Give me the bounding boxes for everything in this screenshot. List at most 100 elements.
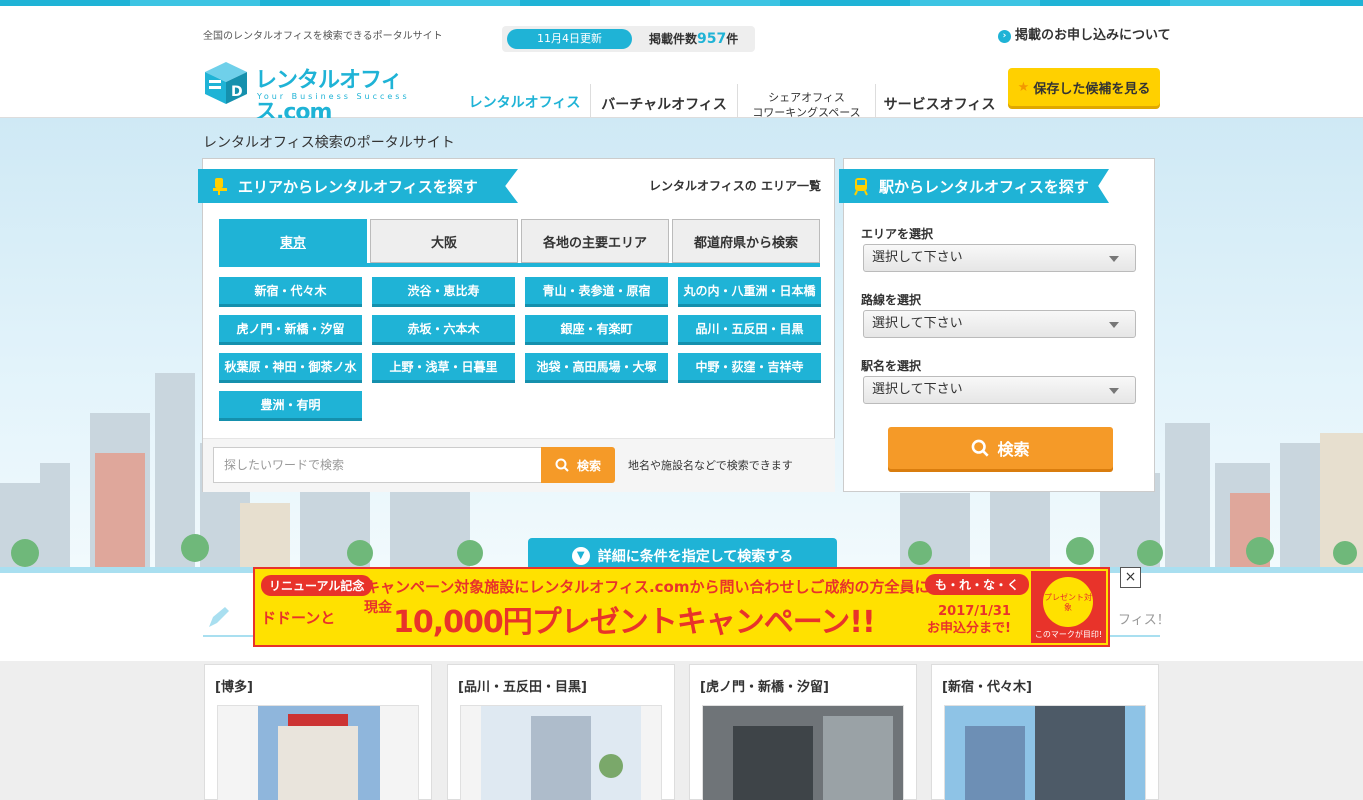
area-button[interactable]: 中野・荻窪・吉祥寺 [678, 353, 821, 383]
office-card-title: [虎ノ門・新橋・汐留] [700, 680, 829, 695]
office-photo [460, 705, 662, 800]
chevron-down-icon [1109, 388, 1119, 394]
station-search-button[interactable]: 検索 [888, 427, 1113, 469]
listing-count-label: 掲載件数 [649, 32, 698, 46]
banner-close-button[interactable]: × [1120, 567, 1141, 588]
site-tagline: 全国のレンタルオフィスを検索できるポータルサイト [203, 31, 443, 42]
area-button[interactable]: 豊洲・有明 [219, 391, 362, 421]
gift-badge-text: プレゼント対象 [1044, 593, 1092, 612]
nav-rental-office-label: レンタルオフィス [468, 95, 581, 111]
area-select-value: 選択して下さい [872, 250, 963, 265]
keyword-search-note: 地名や施設名などで検索できます [628, 459, 793, 472]
pencil-icon [209, 607, 229, 627]
office-photo [944, 705, 1146, 800]
tab-osaka[interactable]: 大阪 [370, 219, 518, 263]
area-panel-title-text: エリアからレンタルオフィスを探す [238, 177, 478, 196]
hero: レンタルオフィス検索のポータルサイト エリアからレンタルオフィスを探す レンタル… [0, 118, 1363, 573]
building-photo-placeholder [258, 706, 380, 800]
campaign-banner[interactable]: リニューアル記念 キャンペーン対象施設にレンタルオフィス.comから問い合わせし… [253, 567, 1110, 647]
banner-renewal-tag: リニューアル記念 [261, 575, 373, 596]
tab-major-areas[interactable]: 各地の主要エリア [521, 219, 669, 263]
keyword-search-row: 探したいワードで検索 検索 地名や施設名などで検索できます [203, 438, 835, 492]
office-card[interactable]: [博多] [204, 664, 432, 800]
featured-offices: [博多] [品川・五反田・目黒] [虎ノ門・新橋・汐留] [新宿・代々木] [0, 661, 1363, 800]
banner-cash: 現金 [364, 600, 392, 616]
banner-deadline-date: 2017/1/31 [938, 604, 1011, 619]
header: 全国のレンタルオフィスを検索できるポータルサイト 11月4日更新 掲載件数957… [0, 6, 1363, 126]
gift-badge: プレゼント対象 このマークが目印! [1031, 571, 1106, 643]
area-button[interactable]: 渋谷・恵比寿 [372, 277, 515, 307]
star-icon: ★ [1017, 79, 1030, 95]
section-heading-tail: フィス！ [1118, 613, 1170, 628]
area-button[interactable]: 上野・浅草・日暮里 [372, 353, 515, 383]
area-button[interactable]: 秋葉原・神田・御茶ノ水 [219, 353, 362, 383]
update-date: 11月4日更新 [507, 29, 632, 49]
banner-main-text: 10,000円プレゼントキャンペーン!! [393, 605, 876, 640]
saved-candidates-button[interactable]: ★ 保存した候補を見る [1008, 68, 1160, 106]
banner-dodon: ドドーンと [261, 609, 336, 627]
line-select[interactable]: 選択して下さい [863, 310, 1136, 338]
banner-deadline: 2017/1/31 お申込分まで! [927, 603, 1011, 637]
listing-count: 掲載件数957件 [649, 30, 738, 47]
area-select-label: エリアを選択 [861, 227, 934, 241]
area-button[interactable]: 池袋・高田馬場・大塚 [525, 353, 668, 383]
detailed-search-label: 詳細に条件を指定して検索する [597, 548, 794, 565]
building-photo-placeholder [481, 706, 641, 800]
office-card[interactable]: [新宿・代々木] [931, 664, 1159, 800]
office-card-title: [博多] [215, 680, 253, 695]
chevron-down-icon [1109, 256, 1119, 262]
office-card[interactable]: [虎ノ門・新橋・汐留] [689, 664, 917, 800]
area-button[interactable]: 青山・表参道・原宿 [525, 277, 668, 307]
area-panel-title: エリアからレンタルオフィスを探す [198, 169, 518, 203]
tab-tokyo[interactable]: 東京 [219, 219, 367, 263]
area-search-panel: エリアからレンタルオフィスを探す レンタルオフィスの エリア一覧 東京 大阪 各… [198, 158, 835, 492]
gift-icon: プレゼント対象 [1043, 577, 1093, 627]
apply-link-label: 掲載のお申し込みについて [1015, 28, 1171, 43]
keyword-search-input[interactable]: 探したいワードで検索 [213, 447, 543, 483]
saved-candidates-label: 保存した候補を見る [1033, 81, 1151, 97]
site-logo[interactable]: D レンタルオフィス.com Your Business Success [203, 58, 443, 125]
area-list-link[interactable]: レンタルオフィスの エリア一覧 [649, 177, 821, 194]
office-card[interactable]: [品川・五反田・目黒] [447, 664, 675, 800]
apply-link[interactable]: › 掲載のお申し込みについて [998, 24, 1171, 43]
close-icon: × [1124, 569, 1137, 585]
line-select-value: 選択して下さい [872, 316, 963, 331]
banner-deadline-note: お申込分まで! [927, 621, 1011, 636]
area-button[interactable]: 赤坂・六本木 [372, 315, 515, 345]
nav-virtual-office-label: バーチャルオフィス [601, 96, 727, 113]
area-button[interactable]: 虎ノ門・新橋・汐留 [219, 315, 362, 345]
search-icon [972, 439, 990, 457]
chevron-down-icon [1109, 322, 1119, 328]
listing-count-unit: 件 [726, 32, 739, 46]
tab-underline [219, 263, 820, 267]
keyword-search-button[interactable]: 検索 [541, 447, 615, 483]
station-select-label: 駅名を選択 [861, 359, 922, 373]
tab-prefectures[interactable]: 都道府県から検索 [672, 219, 820, 263]
update-info: 11月4日更新 掲載件数957件 [502, 26, 755, 52]
area-tabs: 東京 大阪 各地の主要エリア 都道府県から検索 [219, 219, 823, 263]
svg-text:D: D [231, 84, 243, 100]
nav-service-office-label: サービスオフィス [883, 96, 996, 113]
hero-subtitle: レンタルオフィス検索のポータルサイト [203, 135, 455, 151]
line-select-label: 路線を選択 [861, 293, 922, 307]
station-select[interactable]: 選択して下さい [863, 376, 1136, 404]
listing-count-value: 957 [697, 31, 727, 47]
train-icon [854, 178, 868, 196]
chair-icon [213, 178, 227, 195]
chevron-right-icon: › [998, 30, 1011, 43]
station-select-value: 選択して下さい [872, 382, 963, 397]
keyword-search-button-label: 検索 [576, 458, 601, 473]
station-search-panel: 駅からレンタルオフィスを探す エリアを選択 選択して下さい 路線を選択 選択して… [839, 158, 1155, 492]
area-button[interactable]: 銀座・有楽町 [525, 315, 668, 345]
search-icon [555, 458, 569, 472]
area-button[interactable]: 品川・五反田・目黒 [678, 315, 821, 345]
office-card-title: [新宿・代々木] [942, 680, 1032, 695]
area-select[interactable]: 選択して下さい [863, 244, 1136, 272]
station-search-button-label: 検索 [997, 440, 1030, 459]
logo-subtext: Your Business Success [257, 92, 410, 101]
building-photo-placeholder [703, 706, 903, 800]
area-button[interactable]: 新宿・代々木 [219, 277, 362, 307]
area-button[interactable]: 丸の内・八重洲・日本橋 [678, 277, 821, 307]
gift-badge-caption: このマークが目印! [1034, 630, 1103, 639]
nav-share-office-label: シェアオフィス [768, 91, 845, 104]
